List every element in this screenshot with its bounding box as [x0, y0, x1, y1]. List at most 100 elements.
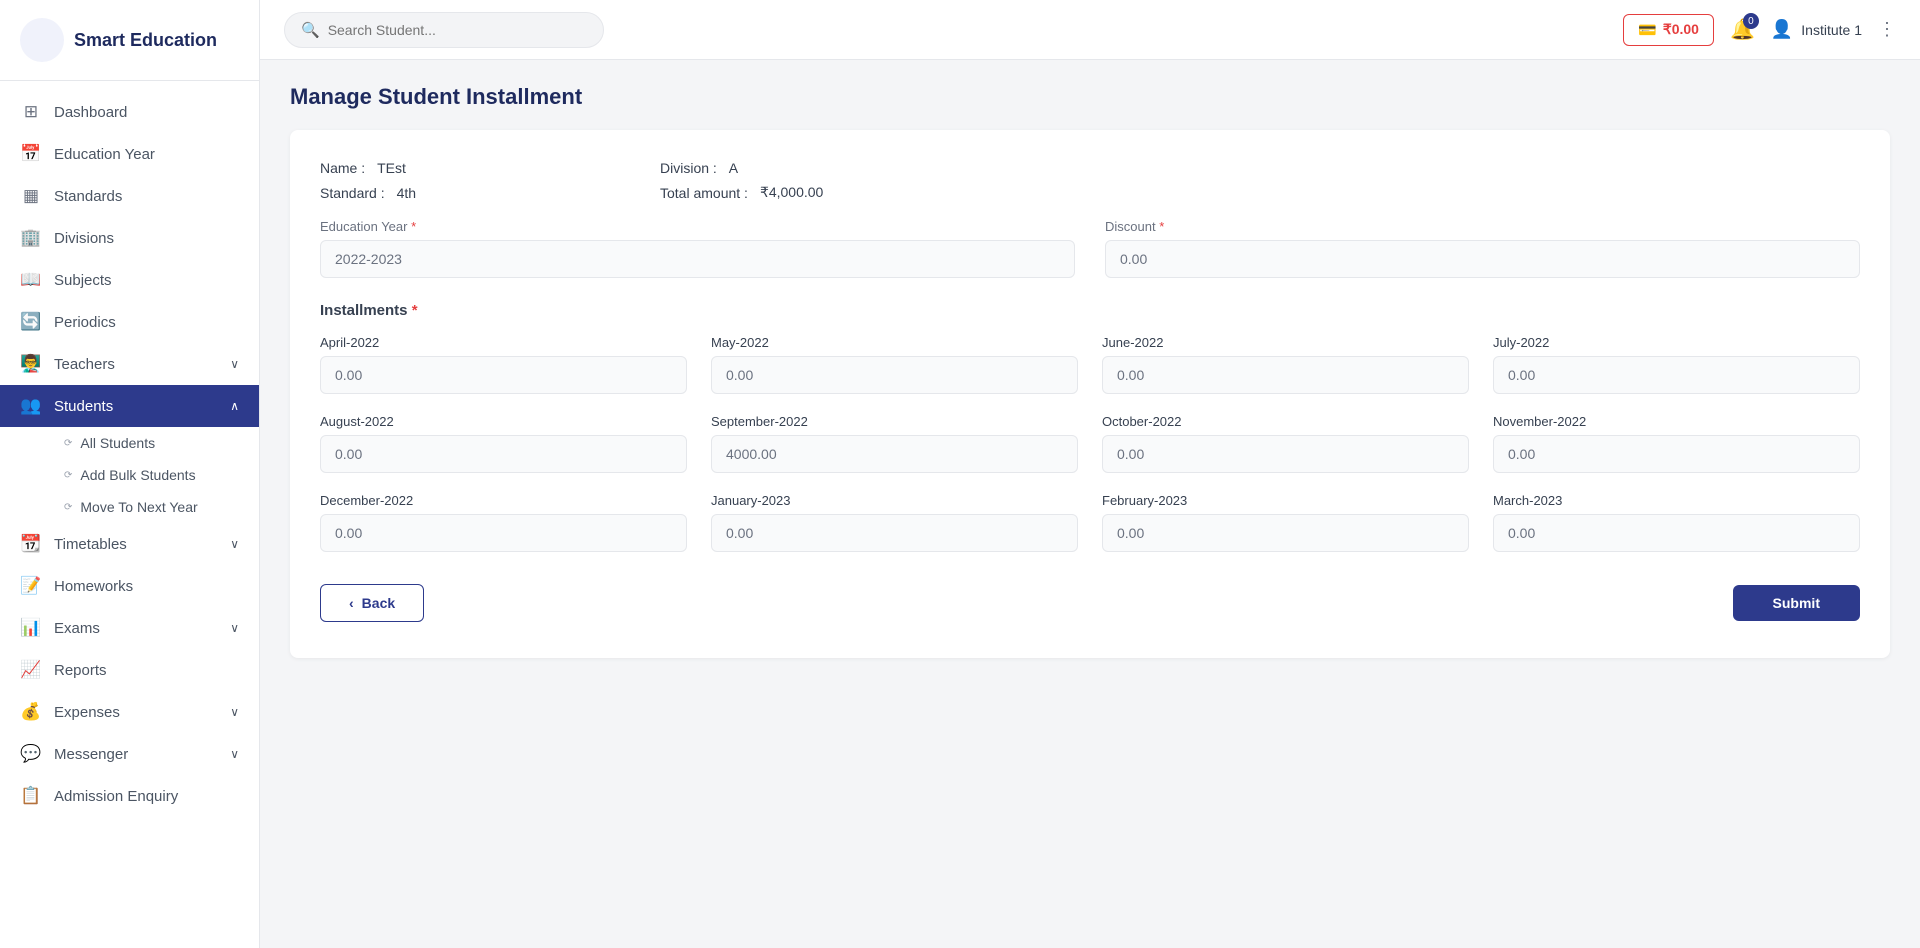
sidebar-item-divisions[interactable]: 🏢 Divisions — [0, 217, 259, 259]
divisions-icon: 🏢 — [20, 228, 42, 248]
discount-input[interactable] — [1105, 240, 1860, 278]
teachers-arrow-icon: ∨ — [230, 357, 239, 371]
installment-group: September-2022 — [711, 414, 1078, 473]
installment-group: March-2023 — [1493, 493, 1860, 552]
search-input[interactable] — [328, 22, 587, 38]
exams-arrow-icon: ∨ — [230, 621, 239, 635]
app-logo-icon: 🎓 — [20, 18, 64, 62]
subnav-move-to-next-year[interactable]: ⟳ Move To Next Year — [54, 491, 259, 523]
discount-label: Discount * — [1105, 219, 1860, 234]
sidebar-item-label: Education Year — [54, 146, 155, 163]
sidebar-item-label: Messenger — [54, 746, 128, 763]
form-card: Name : TEst Division : A Standard : 4th … — [290, 130, 1890, 658]
students-arrow-icon: ∧ — [230, 399, 239, 413]
sidebar-item-dashboard[interactable]: ⊞ Dashboard — [0, 91, 259, 133]
sidebar-item-label: Periodics — [54, 314, 116, 331]
submit-button[interactable]: Submit — [1733, 585, 1860, 621]
sidebar-item-expenses[interactable]: 💰 Expenses ∨ — [0, 691, 259, 733]
form-row-main: Education Year * Discount * — [320, 219, 1860, 278]
installment-input[interactable] — [320, 435, 687, 473]
installment-input[interactable] — [320, 514, 687, 552]
installment-input[interactable] — [1102, 356, 1469, 394]
page-title: Manage Student Installment — [290, 84, 1890, 110]
subnav-label: Add Bulk Students — [80, 467, 195, 483]
installment-group: June-2022 — [1102, 335, 1469, 394]
total-amount-label: Total amount : — [660, 185, 748, 201]
installment-month-label: June-2022 — [1102, 335, 1469, 350]
name-value: TEst — [377, 160, 406, 176]
sidebar-item-exams[interactable]: 📊 Exams ∨ — [0, 607, 259, 649]
installment-month-label: December-2022 — [320, 493, 687, 508]
students-subnav: ⟳ All Students ⟳ Add Bulk Students ⟳ Mov… — [0, 427, 259, 523]
installment-input[interactable] — [711, 435, 1078, 473]
search-box[interactable]: 🔍 — [284, 12, 604, 48]
header: 🔍 💳 ₹0.00 🔔 0 👤 Institute 1 ⋮ — [260, 0, 1920, 60]
exams-icon: 📊 — [20, 618, 42, 638]
header-right: 💳 ₹0.00 🔔 0 👤 Institute 1 ⋮ — [1623, 14, 1896, 46]
sidebar-item-reports[interactable]: 📈 Reports — [0, 649, 259, 691]
installment-input[interactable] — [711, 356, 1078, 394]
installment-month-label: August-2022 — [320, 414, 687, 429]
sidebar-item-label: Standards — [54, 188, 122, 205]
installments-required: * — [412, 302, 418, 319]
messenger-icon: 💬 — [20, 744, 42, 764]
installment-month-label: March-2023 — [1493, 493, 1860, 508]
education-year-input[interactable] — [320, 240, 1075, 278]
sidebar-item-periodics[interactable]: 🔄 Periodics — [0, 301, 259, 343]
sidebar-item-timetables[interactable]: 📆 Timetables ∨ — [0, 523, 259, 565]
installment-input[interactable] — [320, 356, 687, 394]
subnav-all-students[interactable]: ⟳ All Students — [54, 427, 259, 459]
wallet-icon: 💳 — [1638, 21, 1657, 39]
search-icon: 🔍 — [301, 21, 320, 39]
notification-button[interactable]: 🔔 0 — [1730, 17, 1755, 42]
installment-input[interactable] — [1102, 435, 1469, 473]
installment-month-label: September-2022 — [711, 414, 1078, 429]
submit-label: Submit — [1773, 595, 1820, 611]
student-standard-group: Standard : 4th — [320, 184, 600, 201]
logo-container: 🎓 Smart Education — [0, 0, 259, 81]
installment-input[interactable] — [1102, 514, 1469, 552]
more-options-icon[interactable]: ⋮ — [1878, 19, 1896, 40]
subnav-label: Move To Next Year — [80, 499, 197, 515]
sidebar-item-subjects[interactable]: 📖 Subjects — [0, 259, 259, 301]
sidebar-item-standards[interactable]: ▦ Standards — [0, 175, 259, 217]
sidebar-item-teachers[interactable]: 👨‍🏫 Teachers ∨ — [0, 343, 259, 385]
students-icon: 👥 — [20, 396, 42, 416]
installment-group: February-2023 — [1102, 493, 1469, 552]
notification-badge: 0 — [1743, 13, 1759, 29]
subnav-add-bulk-students[interactable]: ⟳ Add Bulk Students — [54, 459, 259, 491]
back-button[interactable]: ‹ Back — [320, 584, 424, 622]
installment-group: May-2022 — [711, 335, 1078, 394]
installment-group: December-2022 — [320, 493, 687, 552]
sidebar-item-students[interactable]: 👥 Students ∧ — [0, 385, 259, 427]
wallet-button[interactable]: 💳 ₹0.00 — [1623, 14, 1714, 46]
installment-group: April-2022 — [320, 335, 687, 394]
installment-input[interactable] — [1493, 435, 1860, 473]
installment-input[interactable] — [1493, 356, 1860, 394]
sidebar-item-admission-enquiry[interactable]: 📋 Admission Enquiry — [0, 775, 259, 817]
sidebar-item-label: Homeworks — [54, 578, 133, 595]
installment-input[interactable] — [711, 514, 1078, 552]
user-info[interactable]: 👤 Institute 1 — [1771, 19, 1862, 40]
division-value: A — [729, 160, 738, 176]
periodics-icon: 🔄 — [20, 312, 42, 332]
installment-month-label: November-2022 — [1493, 414, 1860, 429]
sidebar-item-label: Teachers — [54, 356, 115, 373]
installment-input[interactable] — [1493, 514, 1860, 552]
standard-label: Standard : — [320, 185, 385, 201]
sidebar-item-education-year[interactable]: 📅 Education Year — [0, 133, 259, 175]
timetables-arrow-icon: ∨ — [230, 537, 239, 551]
sidebar-item-messenger[interactable]: 💬 Messenger ∨ — [0, 733, 259, 775]
sidebar-item-homeworks[interactable]: 📝 Homeworks — [0, 565, 259, 607]
standards-icon: ▦ — [20, 186, 42, 206]
sidebar-item-label: Expenses — [54, 704, 120, 721]
installments-grid: April-2022May-2022June-2022July-2022Augu… — [320, 335, 1860, 552]
expenses-arrow-icon: ∨ — [230, 705, 239, 719]
back-label: Back — [362, 595, 395, 611]
education-year-label: Education Year * — [320, 219, 1075, 234]
installment-month-label: April-2022 — [320, 335, 687, 350]
page-content: Manage Student Installment Name : TEst D… — [260, 60, 1920, 948]
installment-month-label: October-2022 — [1102, 414, 1469, 429]
sidebar-item-label: Subjects — [54, 272, 112, 289]
name-label: Name : — [320, 160, 365, 176]
